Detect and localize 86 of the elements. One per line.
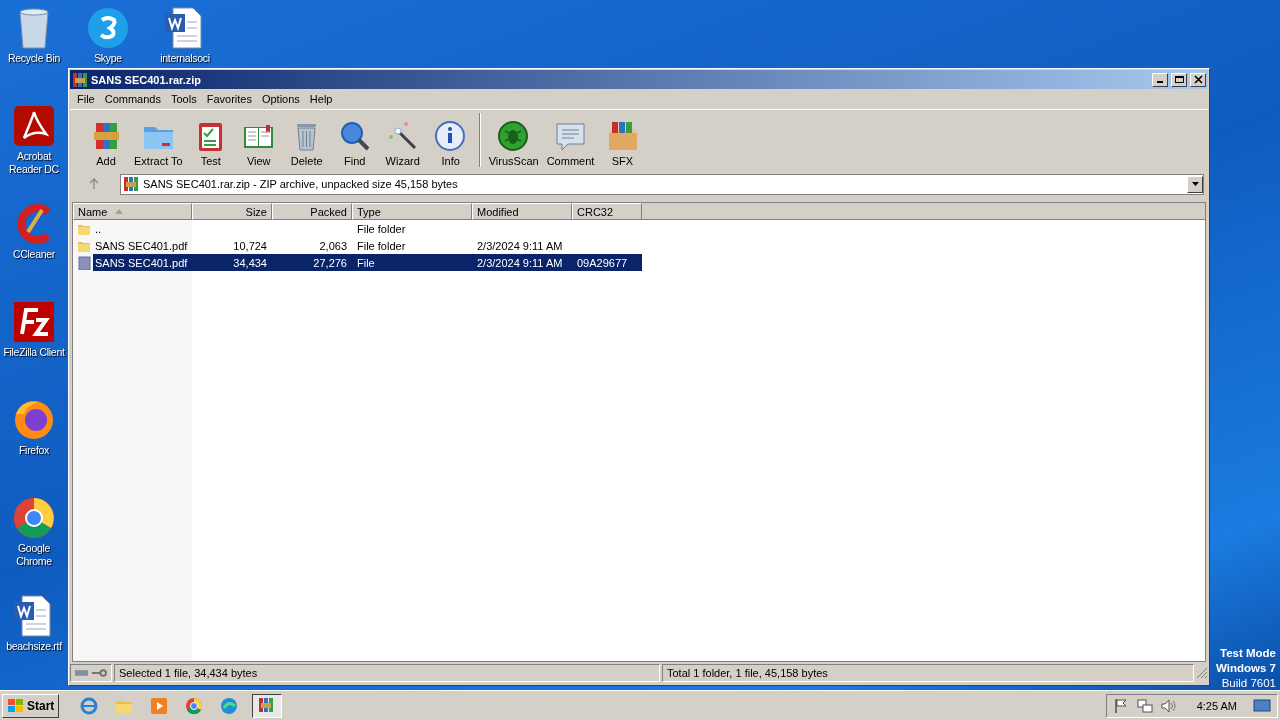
windows-logo-icon — [7, 697, 25, 714]
window-title: SANS SEC401.rar.zip — [91, 73, 203, 86]
os-notice-text: Windows 7 — [1216, 661, 1276, 676]
maximize-button[interactable] — [1171, 72, 1187, 87]
toolbar-button[interactable]: Find — [330, 119, 379, 167]
file-name-cell[interactable]: .. — [93, 220, 192, 237]
os-notice-text: Test Mode — [1220, 646, 1276, 661]
resize-grip-icon — [1196, 667, 1208, 679]
archive-app-icon — [72, 71, 88, 88]
toolbar-button[interactable]: Comment — [542, 119, 599, 167]
taskbar-app-button[interactable] — [252, 693, 283, 718]
table-cell: 09A29677 — [572, 254, 642, 271]
browser-fox-icon[interactable] — [12, 398, 56, 442]
media-player-icon — [150, 696, 169, 715]
table-cell-text: File folder — [356, 221, 407, 237]
info-icon — [434, 119, 468, 152]
caret-icon — [1191, 182, 1199, 186]
status-text: Selected 1 file, 34,434 bytes — [114, 664, 660, 682]
file-name-cell[interactable]: SANS SEC401.pdf — [93, 254, 192, 271]
drive-icon — [75, 669, 89, 677]
menu-item[interactable]: Options — [256, 93, 305, 105]
show-desktop-icon[interactable] — [1253, 698, 1271, 713]
toolbar-button[interactable]: Delete — [282, 119, 331, 167]
network-icon[interactable] — [1136, 697, 1153, 714]
table-cell-text: File folder — [356, 238, 407, 254]
table-cell: 34,434 — [192, 254, 272, 271]
ftp-client-icon[interactable] — [12, 300, 56, 344]
up-arrow-icon — [88, 178, 100, 190]
toolbar-button[interactable]: Test — [186, 119, 235, 167]
browser-icon — [185, 696, 204, 715]
maximize-icon — [1173, 75, 1185, 84]
chat-app-icon[interactable] — [86, 6, 130, 50]
icon-label[interactable]: CCleaner — [13, 248, 55, 261]
column-header[interactable]: CRC32 — [572, 203, 642, 220]
pdf-reader-icon[interactable] — [12, 104, 56, 148]
column-header[interactable]: Size — [192, 203, 272, 220]
table-cell: File — [352, 254, 472, 271]
icon-label[interactable]: Acrobat Reader DC — [0, 150, 68, 176]
menu-item[interactable]: File — [72, 93, 100, 105]
menu-item[interactable]: Favorites — [201, 93, 257, 105]
key-icon — [92, 669, 107, 677]
speaker-icon[interactable] — [1160, 697, 1177, 714]
dropdown-button[interactable] — [1187, 175, 1203, 193]
browser-e-icon — [80, 696, 99, 715]
icon-label[interactable]: beachsize.rtf — [6, 640, 62, 653]
toolbar-button[interactable]: Add — [82, 119, 130, 167]
table-cell-text: 2/3/2024 9:11 AM — [476, 238, 564, 254]
status-text: Total 1 folder, 1 file, 45,158 bytes — [662, 664, 1194, 682]
address-field[interactable]: SANS SEC401.rar.zip - ZIP archive, unpacked size 45,158 bytes — [120, 173, 1204, 195]
column-header[interactable]: Packed — [272, 203, 352, 220]
close-icon — [1192, 75, 1204, 84]
bug-scan-icon — [497, 119, 531, 152]
flag-icon[interactable] — [1112, 697, 1129, 714]
menu-item[interactable]: Commands — [99, 93, 166, 105]
toolbar-button[interactable]: View — [234, 119, 283, 167]
menu-item[interactable]: Tools — [166, 93, 202, 105]
minimize-button[interactable] — [1152, 72, 1168, 87]
start-button[interactable]: Start — [2, 693, 60, 718]
column-header[interactable]: Modified — [472, 203, 572, 220]
toolbar-button[interactable]: Info — [426, 119, 475, 167]
icon-label[interactable]: Google Chrome — [0, 542, 68, 568]
file-name-cell[interactable]: SANS SEC401.pdf — [93, 237, 192, 254]
icon-label[interactable]: Skype — [94, 52, 122, 65]
clock-time[interactable]: 4:25 AM — [1196, 699, 1237, 712]
menu-item[interactable]: Help — [304, 93, 338, 105]
browser-icon[interactable] — [12, 496, 56, 540]
toolbar-button[interactable]: Extract To — [130, 119, 187, 167]
table-cell-text: 10,724 — [232, 238, 268, 254]
icon-label[interactable]: Firefox — [19, 444, 49, 457]
table-cell: 27,276 — [272, 254, 352, 271]
toolbar-button[interactable]: VirusScan — [484, 119, 543, 167]
table-cell: 2/3/2024 9:11 AM — [472, 254, 572, 271]
toolbar-button[interactable]: Wizard — [378, 119, 427, 167]
close-button[interactable] — [1190, 72, 1206, 87]
icon-label[interactable]: FileZilla Client — [3, 346, 65, 359]
archive-app-icon — [123, 176, 139, 192]
column-header[interactable]: Name — [73, 203, 192, 220]
file-icon — [77, 255, 91, 270]
table-cell-text: 2,063 — [318, 238, 348, 254]
os-notice-text: Build 7601 — [1221, 676, 1276, 690]
icon-label[interactable]: Recycle Bin — [7, 52, 61, 65]
toolbar-button[interactable]: SFX — [598, 119, 647, 167]
icon-label[interactable]: internalsoci — [160, 52, 210, 65]
browser-wave-icon — [220, 696, 239, 715]
column-header[interactable]: Type — [352, 203, 472, 220]
magnifier-icon — [338, 119, 372, 152]
